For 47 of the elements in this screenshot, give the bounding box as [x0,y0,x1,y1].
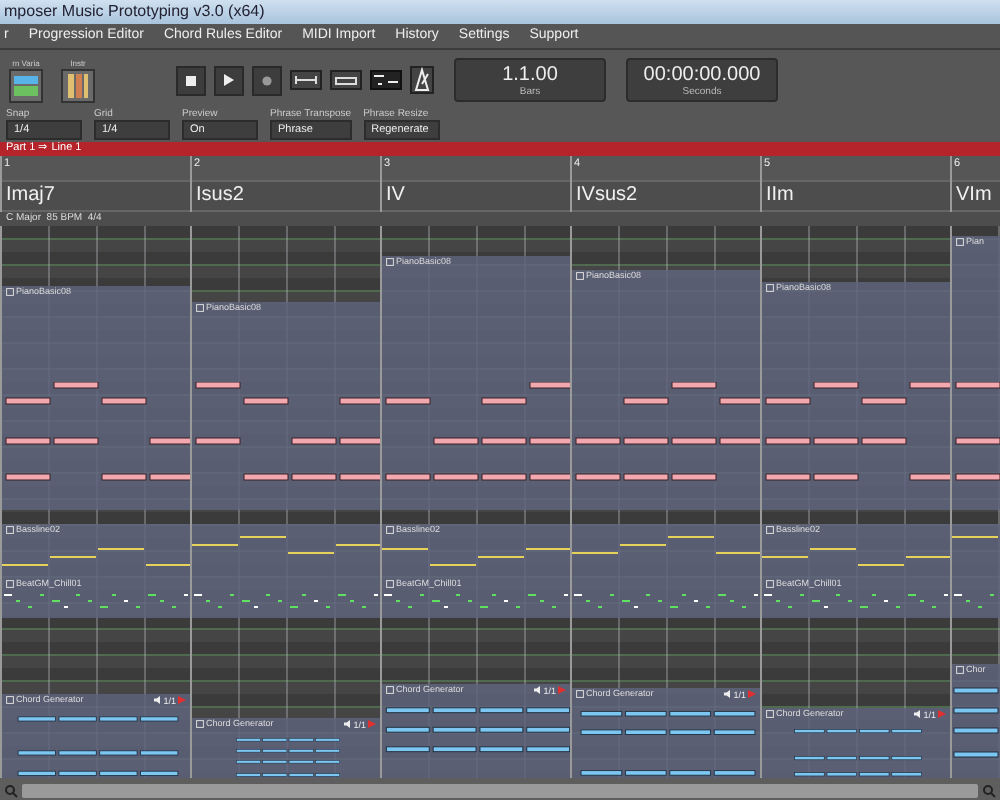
range-icon[interactable] [290,70,322,90]
chord-name[interactable]: Imaj7 [6,184,55,206]
clip-icon [6,696,14,704]
clip-icon [386,258,394,266]
clip-icon [766,580,774,589]
chord-name[interactable]: VIm [956,184,992,206]
loop-icon[interactable] [330,70,362,90]
clip-icon [956,238,964,246]
play-icon [224,74,234,86]
clip-icon [766,526,774,535]
grid-icon[interactable] [8,67,44,103]
clip-icon [196,720,204,728]
pattern-icon[interactable] [370,70,402,90]
clip-icon [6,580,14,589]
clip-icon [386,580,394,589]
bars-icon[interactable] [60,67,96,103]
speaker-icon[interactable] [913,710,922,718]
clip-icon [576,272,584,280]
play-button[interactable] [214,65,244,95]
chord-name[interactable]: IIm [766,184,794,206]
window-title: mposer Music Prototyping v3.0 (x64) [0,0,1000,24]
speaker-icon[interactable] [723,690,732,698]
time-value: 00:00:00.000 [643,63,761,85]
clip-icon [576,690,584,698]
zoom-icon[interactable] [4,784,18,798]
clip-icon [956,666,964,674]
stop-button[interactable] [176,65,206,95]
scrollbar[interactable] [22,784,978,798]
metronome-icon[interactable] [410,66,434,94]
chord-name[interactable]: Isus2 [196,184,244,206]
position-value: 1.1.00 [502,63,558,85]
chord-name[interactable]: IV [386,184,405,206]
stop-icon [186,75,196,85]
clip-icon [766,710,774,718]
record-icon [262,75,272,85]
clip-icon [196,304,204,312]
clip-icon [386,526,394,535]
clip-icon [766,284,774,292]
speaker-icon[interactable] [343,720,352,728]
zoom-icon[interactable] [982,784,996,798]
clip-icon [386,686,394,694]
clip-icon [6,526,14,535]
record-button[interactable] [252,65,282,95]
clip-icon [6,288,14,296]
chord-name[interactable]: IVsus2 [576,184,638,206]
speaker-icon[interactable] [533,686,542,694]
speaker-icon[interactable] [153,696,162,704]
